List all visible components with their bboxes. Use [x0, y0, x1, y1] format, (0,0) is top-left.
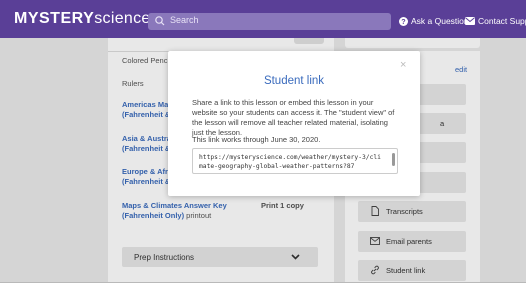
- ask-question-label: Ask a Question: [411, 16, 469, 26]
- search-placeholder: Search: [170, 15, 199, 25]
- student-link-url-field[interactable]: https://mysteryscience.com/weather/myste…: [192, 148, 398, 174]
- student-link-modal: × Student link Share a link to this less…: [168, 51, 420, 196]
- link-expiry-text: This link works through June 30, 2020.: [192, 135, 321, 144]
- search-icon: [155, 16, 165, 26]
- modal-title: Student link: [263, 75, 325, 87]
- url-field-scrollbar[interactable]: [392, 153, 395, 166]
- modal-description: Share a link to this lesson or embed thi…: [192, 98, 395, 137]
- envelope-icon: [465, 17, 475, 25]
- close-icon[interactable]: ×: [400, 59, 406, 71]
- svg-text:?: ?: [401, 17, 405, 26]
- mystery-science-logo[interactable]: MYSTERYscience: [14, 10, 151, 28]
- top-nav-bar: MYSTERYscience Search ? Ask a Question C…: [0, 0, 526, 38]
- search-input[interactable]: Search: [148, 13, 391, 30]
- student-link-url[interactable]: https://mysteryscience.com/weather/myste…: [199, 154, 381, 171]
- contact-support-label: Contact Support: [478, 16, 526, 26]
- question-circle-icon: ?: [399, 16, 408, 26]
- contact-support-link[interactable]: Contact Support: [465, 16, 526, 26]
- ask-question-link[interactable]: ? Ask a Question: [399, 16, 469, 26]
